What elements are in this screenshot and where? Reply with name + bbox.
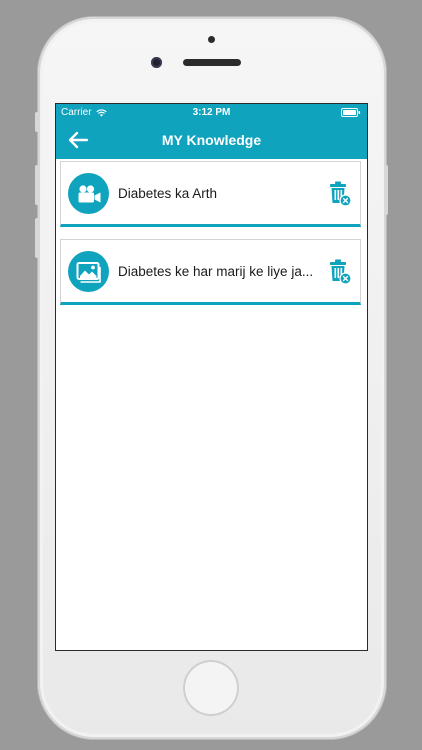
earpiece-speaker (183, 59, 241, 66)
volume-down-button (35, 218, 39, 258)
item-title: Diabetes ke har marij ke liye ja... (118, 264, 314, 279)
volume-up-button (35, 165, 39, 205)
app-screen: Carrier 3:12 PM MY Knowledge Diabetes ka… (55, 103, 368, 651)
home-button[interactable] (183, 660, 239, 716)
delete-button[interactable] (328, 259, 352, 285)
trash-delete-icon (330, 181, 352, 207)
app-screenshot: Carrier 3:12 PM MY Knowledge Diabetes ka… (0, 0, 422, 750)
status-bar: Carrier 3:12 PM (56, 104, 367, 121)
knowledge-item[interactable]: Diabetes ka Arth (60, 161, 361, 227)
nav-bar: MY Knowledge (56, 121, 367, 159)
delete-button[interactable] (328, 181, 352, 207)
mute-switch (35, 112, 39, 132)
image-icon (68, 251, 109, 292)
status-time: 3:12 PM (192, 107, 231, 118)
trash-delete-icon (330, 259, 352, 285)
battery-icon (341, 108, 361, 117)
knowledge-item[interactable]: Diabetes ke har marij ke liye ja... (60, 239, 361, 305)
power-button (384, 165, 388, 215)
video-camera-icon (68, 173, 109, 214)
front-camera (151, 57, 162, 68)
knowledge-list: Diabetes ka Arth Diabetes ke har marij k… (60, 161, 363, 317)
proximity-sensor (208, 36, 215, 43)
page-title: MY Knowledge (161, 132, 262, 148)
item-title: Diabetes ka Arth (118, 186, 218, 201)
